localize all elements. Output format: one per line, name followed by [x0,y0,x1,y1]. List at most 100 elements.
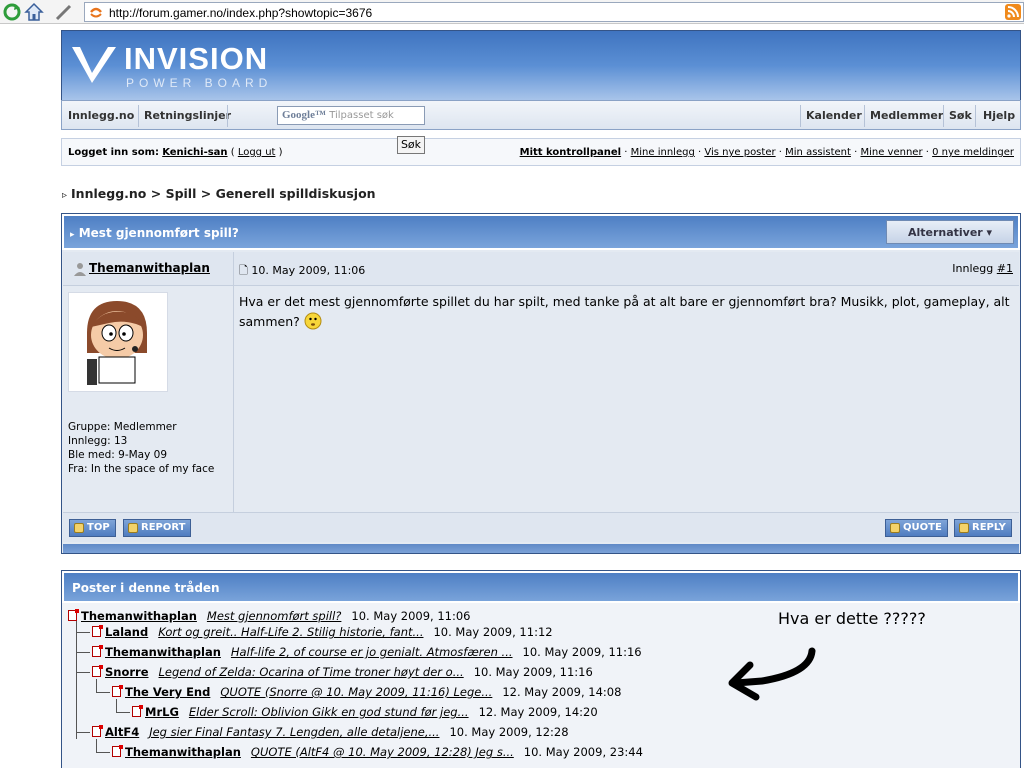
thread-row-date: 10. May 2009, 23:44 [523,745,643,759]
drawn-arrow-icon [722,643,822,706]
quote-button[interactable]: QUOTE [885,519,948,537]
reply-icon [959,523,969,533]
refresh-icon[interactable] [2,2,22,22]
nav-link-sok[interactable]: Søk [949,109,972,122]
post-body-text: Hva er det mest gjennomførte spillet du … [239,294,1010,329]
post-icon [112,745,123,757]
post-date-text: 10. May 2009, 11:06 [251,264,366,277]
messages-link[interactable]: 0 nye meldinger [932,147,1014,158]
thread-row-author[interactable]: Themanwithaplan [125,745,241,759]
main-nav-bar: Innlegg.no Retningslinjer Google™ Tilpas… [61,100,1021,130]
friends-link[interactable]: Mine venner [860,147,922,158]
post-label: Innlegg [952,262,994,275]
logout-link[interactable]: Logg ut [238,147,276,158]
my-posts-link[interactable]: Mine innlegg [631,147,695,158]
search-placeholder: Tilpasset søk [329,110,394,121]
thread-row-snippet[interactable]: Legend of Zelda: Ocarina of Time troner … [159,665,464,679]
browser-window: http://forum.gamer.no/index.php?showtopi… [0,0,1024,768]
author-meta: Gruppe: Medlemmer Innlegg: 13 Ble med: 9… [68,420,214,476]
post-body: Hva er det mest gjennomførte spillet du … [239,292,1015,336]
thread-row-snippet[interactable]: Mest gjennomført spill? [207,609,342,623]
thinking-smiley-icon [304,312,322,336]
logo-subtitle: POWER BOARD [126,76,273,90]
thread-row-author[interactable]: The Very End [125,685,210,699]
logo-title: INVISION [124,41,269,76]
control-panel-link[interactable]: Mitt kontrollpanel [520,147,621,158]
quote-button-label: QUOTE [903,522,942,533]
breadcrumb-item-generell[interactable]: Generell spilldiskusjon [216,186,376,201]
top-button[interactable]: TOP [69,519,116,537]
thread-row-date: 10. May 2009, 11:16 [522,645,642,659]
post-number-link[interactable]: #1 [997,262,1013,275]
thread-row-date: 10. May 2009, 11:06 [351,609,471,623]
thread-row[interactable]: Snorre Legend of Zelda: Ocarina of Time t… [92,665,593,679]
post-author-link[interactable]: Themanwithaplan [89,261,210,275]
avatar [68,292,168,392]
author-joined: Ble med: 9-May 09 [68,449,168,461]
thread-row-date: 10. May 2009, 11:12 [433,625,553,639]
topic-title-text: Mest gjennomført spill? [78,226,239,240]
thread-row[interactable]: AltF4 Jeg sier Final Fantasy 7. Lengden, … [92,725,569,739]
thread-row-author[interactable]: MrLG [145,705,179,719]
nav-link-medlemmer[interactable]: Medlemmer [870,109,943,122]
nav-link-kalender[interactable]: Kalender [806,109,862,122]
thread-row-snippet[interactable]: Jeg sier Final Fantasy 7. Lengden, alle … [149,725,439,739]
breadcrumb-item-spill[interactable]: Spill [166,186,197,201]
reply-button-label: REPLY [972,522,1006,533]
author-group: Gruppe: Medlemmer [68,421,177,433]
home-icon[interactable] [24,2,44,22]
tools-icon[interactable] [54,2,74,22]
google-brand-label: Google™ [282,109,326,121]
thread-tree: Poster i denne tråden Themanwithaplan Mes… [61,570,1021,768]
thread-row-author[interactable]: AltF4 [105,725,139,739]
nav-link-hjelp[interactable]: Hjelp [983,109,1015,122]
thread-row-snippet[interactable]: QUOTE (AltF4 @ 10. May 2009, 12:28) Jeg … [251,745,514,759]
username-link[interactable]: Kenichi-san [162,147,227,158]
nav-link-innlegg[interactable]: Innlegg.no [68,109,134,122]
arrow-up-icon [74,523,84,533]
options-button[interactable]: Alternativer ▾ [886,220,1014,244]
post-document-icon: 🗋 [239,264,248,277]
topic-title: ▸ Mest gjennomført spill? [70,226,239,240]
author-location: Fra: In the space of my face [68,463,215,475]
reply-button[interactable]: REPLY [954,519,1012,537]
thread-tree-title: Poster i denne tråden [72,581,220,595]
post-number: Innlegg #1 [952,262,1013,275]
new-posts-link[interactable]: Vis nye poster [704,147,775,158]
thread-row-author[interactable]: Laland [105,625,148,639]
logged-in-label: Logget inn som: [68,147,159,158]
thread-row-author[interactable]: Themanwithaplan [81,609,197,623]
topic-box: ▸ Mest gjennomført spill? Alternativer ▾… [61,213,1021,554]
annotation-text: Hva er dette ????? [778,609,926,628]
breadcrumb-arrow-icon: ▹ [62,190,68,201]
rss-feed-icon[interactable] [1005,4,1021,23]
assistant-link[interactable]: Min assistent [785,147,851,158]
thread-row[interactable]: MrLG Elder Scroll: Oblivion Gikk en god s… [132,705,598,719]
report-button-label: REPORT [141,522,186,533]
thread-row[interactable]: Themanwithaplan QUOTE (AltF4 @ 10. May 20… [112,745,643,759]
google-search-input[interactable]: Google™ Tilpasset søk [277,106,425,125]
user-bar: Logget inn som: Kenichi-san ( Logg ut ) … [61,138,1021,166]
logged-in-info: Logget inn som: Kenichi-san ( Logg ut ) [68,147,283,158]
thread-row-snippet[interactable]: Elder Scroll: Oblivion Gikk en god stund… [189,705,469,719]
author-post-count: Innlegg: 13 [68,435,128,447]
thread-row[interactable]: Laland Kort og greit.. Half-Life 2. Stili… [92,625,553,639]
thread-row[interactable]: The Very End QUOTE (Snorre @ 10. May 2009… [112,685,621,699]
breadcrumb-item-innlegg[interactable]: Innlegg.no [71,186,146,201]
thread-row-author[interactable]: Snorre [105,665,149,679]
quote-plus-icon [890,523,900,533]
report-icon [128,523,138,533]
thread-row-author[interactable]: Themanwithaplan [105,645,221,659]
thread-row-snippet[interactable]: QUOTE (Snorre @ 10. May 2009, 11:16) Leg… [220,685,492,699]
address-bar[interactable]: http://forum.gamer.no/index.php?showtopi… [84,2,1024,22]
thread-row[interactable]: Themanwithaplan Mest gjennomført spill? 10… [68,609,471,623]
report-button[interactable]: REPORT [123,519,192,537]
search-button[interactable]: Søk [397,136,425,154]
url-text: http://forum.gamer.no/index.php?showtopi… [109,6,373,20]
thread-row-snippet[interactable]: Half-life 2, of course er jo genialt. At… [231,645,513,659]
thread-row-snippet[interactable]: Kort og greit.. Half-Life 2. Stilig hist… [158,625,423,639]
topic-bottom-bar [63,544,1019,553]
thread-tree-header: Poster i denne tråden [62,571,1020,603]
nav-link-retningslinjer[interactable]: Retningslinjer [144,109,231,122]
thread-row[interactable]: Themanwithaplan Half-life 2, of course er… [92,645,642,659]
